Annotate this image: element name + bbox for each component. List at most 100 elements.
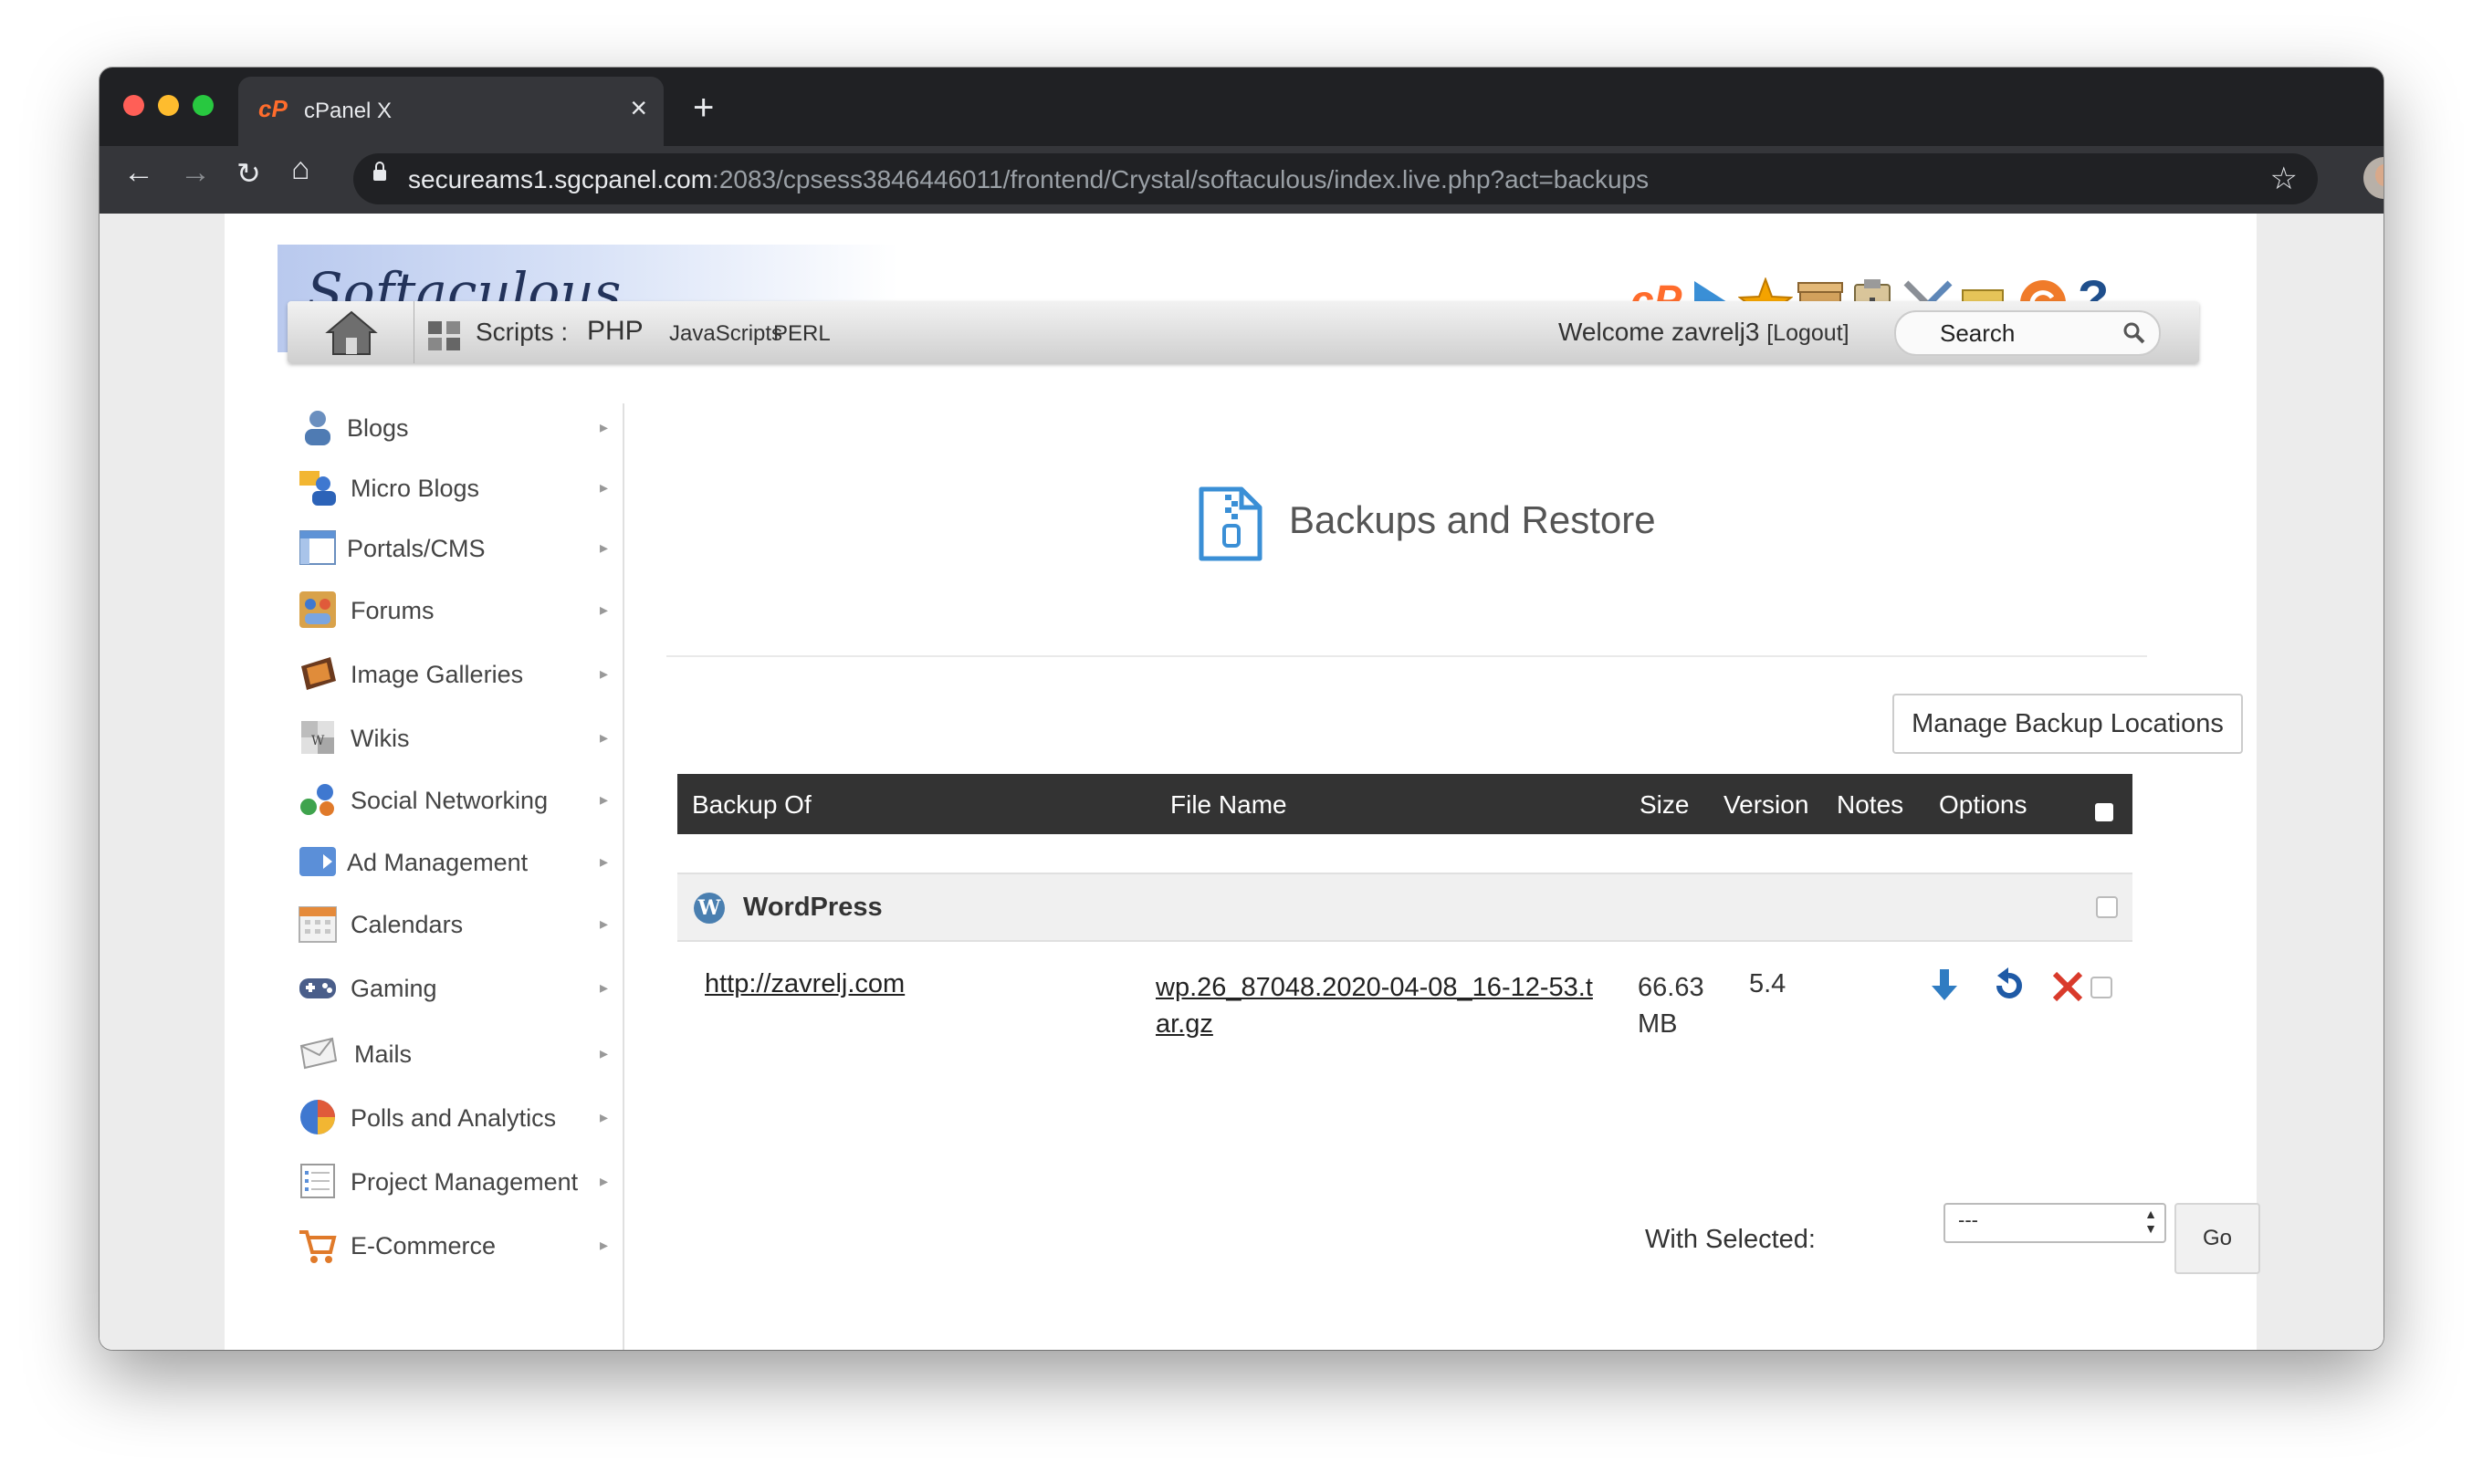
backup-of-link[interactable]: http://zavrelj.com	[705, 969, 905, 999]
nav-php-link[interactable]: PHP	[587, 316, 644, 347]
sidebar-item-mails[interactable]: Mails ▸	[298, 1029, 608, 1081]
url-text: secureams1.sgcpanel.com:2083/cpsess38464…	[408, 165, 1650, 193]
home-icon	[325, 310, 378, 355]
sidebar-item-calendars[interactable]: Calendars ▸	[298, 900, 608, 951]
sidebar-item-social-networking[interactable]: Social Networking ▸	[298, 776, 608, 827]
e-commerce-icon	[299, 1230, 337, 1263]
chevron-right-icon: ▸	[599, 538, 608, 557]
chevron-right-icon: ▸	[599, 478, 608, 496]
chevron-right-icon: ▸	[599, 418, 608, 436]
address-bar[interactable]: secureams1.sgcpanel.com:2083/cpsess38464…	[353, 153, 2318, 204]
restore-icon[interactable]	[1990, 967, 2027, 1004]
row-checkbox[interactable]	[2090, 977, 2112, 998]
delete-icon[interactable]	[2050, 969, 2085, 1004]
chevron-right-icon: ▸	[599, 1108, 608, 1126]
polls-icon	[300, 1100, 335, 1134]
mails-icon	[299, 1037, 338, 1070]
sidebar-label: Portals/CMS	[347, 535, 486, 562]
group-label: WordPress	[743, 893, 883, 922]
download-icon[interactable]	[1928, 967, 1961, 1004]
category-sidebar: Blogs ▸ Micro Blogs ▸ Portals/CMS ▸ Foru…	[225, 403, 624, 1350]
lock-icon[interactable]	[373, 162, 386, 181]
chevron-right-icon: ▸	[599, 914, 608, 933]
select-all-checkbox[interactable]	[2095, 803, 2113, 821]
home-browser-icon[interactable]: ⌂	[291, 153, 310, 184]
minimize-window-button[interactable]	[158, 95, 179, 116]
chevron-right-icon: ▸	[599, 790, 608, 809]
go-button[interactable]: Go	[2174, 1203, 2260, 1274]
sidebar-item-ad-management[interactable]: Ad Management ▸	[298, 838, 608, 889]
table-group-row: W WordPress	[677, 873, 2132, 942]
search-input[interactable]: Search	[1894, 310, 2161, 356]
sidebar-item-micro-blogs[interactable]: Micro Blogs ▸	[298, 464, 608, 515]
search-icon[interactable]	[2122, 321, 2146, 345]
tab-close-icon[interactable]: ×	[630, 93, 647, 122]
column-header: Version	[1723, 790, 1809, 819]
sidebar-label: Micro Blogs	[351, 475, 480, 502]
file-name-link[interactable]: wp.26_87048.2020-04-08_16-12-53.t ar.gz	[1156, 969, 1593, 1042]
calendars-icon	[299, 906, 337, 943]
gaming-icon	[299, 978, 336, 998]
chevron-right-icon: ▸	[599, 1172, 608, 1190]
portals-icon	[299, 530, 336, 565]
browser-toolbar: ← → ↻ ⌂ secureams1.sgcpanel.com:2083/cps…	[100, 146, 2383, 214]
chevron-right-icon: ▸	[599, 978, 608, 997]
column-header: Backup Of	[692, 790, 812, 819]
manage-backup-locations-button[interactable]: Manage Backup Locations	[1892, 694, 2243, 754]
sidebar-item-project-management[interactable]: Project Management ▸	[298, 1157, 608, 1208]
column-header: Size	[1640, 790, 1690, 819]
chevron-right-icon: ▸	[599, 852, 608, 871]
welcome-text: Welcome zavrelj3 [Logout]	[1558, 318, 1849, 346]
wordpress-icon: W	[694, 893, 725, 924]
tab-title: cPanel X	[304, 99, 393, 123]
browser-tab[interactable]: cP cPanel X ×	[238, 77, 664, 146]
sidebar-item-gaming[interactable]: Gaming ▸	[298, 964, 608, 1015]
top-navbar: Scripts : PHP JavaScripts PERL Welcome z…	[288, 301, 2199, 363]
tab-strip: cP cPanel X × +	[100, 68, 2383, 146]
micro-blogs-icon	[299, 471, 336, 506]
forward-icon[interactable]: →	[180, 157, 211, 188]
sidebar-item-e-commerce[interactable]: E-Commerce ▸	[298, 1221, 608, 1272]
sidebar-item-wikis[interactable]: W Wikis ▸	[298, 714, 608, 765]
sidebar-label: E-Commerce	[351, 1232, 497, 1259]
with-selected-dropdown[interactable]: --- ▲ ▼	[1943, 1203, 2166, 1243]
profile-avatar[interactable]	[2363, 157, 2383, 199]
reload-icon[interactable]: ↻	[236, 159, 261, 188]
wikis-icon: W	[301, 721, 334, 754]
sidebar-label: Ad Management	[347, 849, 529, 876]
sidebar-item-forums[interactable]: Forums ▸	[298, 586, 608, 637]
back-icon[interactable]: ←	[123, 157, 154, 188]
backups-table-header: Backup Of File Name Size Version Notes O…	[677, 774, 2132, 834]
sidebar-item-portals-cms[interactable]: Portals/CMS ▸	[298, 524, 608, 575]
close-window-button[interactable]	[123, 95, 144, 116]
dropdown-value: ---	[1958, 1208, 1978, 1231]
group-checkbox[interactable]	[2096, 896, 2118, 918]
page-viewport: Softaculous cP ? Scripts : PHP JavaScrip…	[100, 214, 2383, 1350]
column-header: Notes	[1837, 790, 1904, 819]
home-button[interactable]	[288, 301, 414, 363]
logout-link[interactable]: [Logout]	[1766, 320, 1849, 346]
maximize-window-button[interactable]	[193, 95, 214, 116]
backup-archive-icon	[1199, 486, 1262, 561]
version-value: 5.4	[1749, 969, 1786, 998]
divider	[666, 655, 2147, 657]
nav-javascripts-link[interactable]: JavaScripts	[669, 321, 782, 347]
blogs-icon	[305, 411, 330, 445]
sidebar-item-image-galleries[interactable]: Image Galleries ▸	[298, 650, 608, 701]
svg-text:W: W	[311, 734, 325, 748]
bookmark-star-icon[interactable]: ☆	[2270, 161, 2298, 197]
search-placeholder: Search	[1940, 319, 2016, 347]
scripts-icon	[428, 321, 460, 350]
scripts-label: Scripts :	[476, 318, 569, 346]
new-tab-icon[interactable]: +	[693, 89, 714, 126]
project-management-icon	[300, 1164, 335, 1198]
cpanel-favicon-icon: cP	[258, 95, 288, 122]
sidebar-label: Social Networking	[351, 787, 549, 814]
chevron-right-icon: ▸	[599, 1044, 608, 1062]
sidebar-item-polls-analytics[interactable]: Polls and Analytics ▸	[298, 1093, 608, 1144]
sidebar-item-blogs[interactable]: Blogs ▸	[298, 403, 608, 455]
sidebar-label: Mails	[354, 1040, 413, 1068]
sidebar-label: Forums	[351, 597, 435, 624]
nav-perl-link[interactable]: PERL	[773, 321, 831, 347]
sidebar-label: Gaming	[351, 975, 437, 1002]
